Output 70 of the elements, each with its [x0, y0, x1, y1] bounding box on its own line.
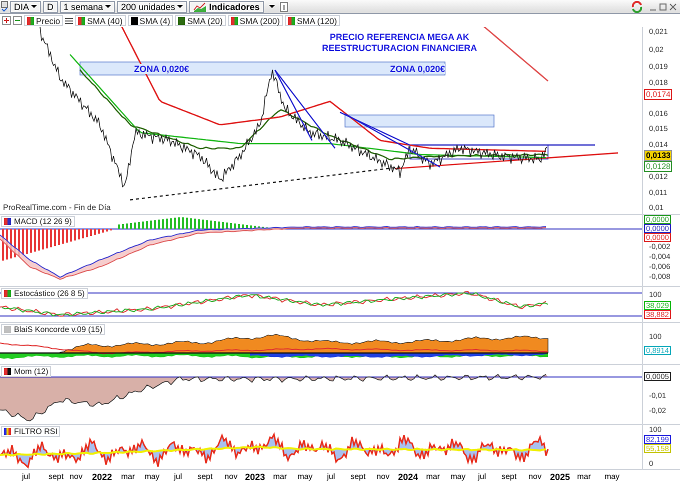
- list-icon[interactable]: [65, 16, 74, 24]
- legend-color-swatch: [78, 16, 86, 24]
- units-dropdown[interactable]: 200 unidades: [117, 0, 188, 12]
- caret-icon[interactable]: [268, 5, 275, 8]
- price-badge: 0,0128: [644, 161, 672, 172]
- price-badge: 0,0174: [644, 89, 672, 100]
- mode-button[interactable]: D: [43, 0, 58, 12]
- indicator-color-swatch: [4, 218, 11, 225]
- x-axis-label: mar: [121, 472, 135, 482]
- caret-icon: [31, 5, 38, 8]
- x-axis-label: jul: [327, 472, 335, 482]
- indicator-color-swatch: [4, 326, 11, 333]
- chart-icon: [193, 2, 208, 12]
- indicator-color-swatch: [4, 290, 11, 297]
- x-axis-label: 2022: [92, 472, 112, 482]
- x-axis-label: sept: [350, 472, 366, 482]
- x-axis-label: sept: [48, 472, 64, 482]
- x-axis-label: mar: [577, 472, 591, 482]
- legend-item[interactable]: SMA (20): [175, 15, 226, 26]
- chart-annotation-text: REESTRUCTURACION FINANCIERA: [322, 43, 477, 54]
- indicator-label[interactable]: Estocástico (26 8 5): [1, 288, 88, 299]
- legend-item[interactable]: Precio: [24, 15, 64, 26]
- x-axis-label: nov: [70, 472, 82, 482]
- caret-icon: [105, 5, 112, 8]
- price-badge: 0,0133: [644, 150, 672, 161]
- indicators-button[interactable]: Indicadores: [189, 0, 264, 12]
- x-axis-label: mar: [426, 472, 440, 482]
- legend-color-swatch: [230, 16, 238, 24]
- caret-icon: [177, 5, 184, 8]
- x-axis-label: 2025: [550, 472, 570, 482]
- x-axis-label: jul: [22, 472, 30, 482]
- x-axis-label: nov: [224, 472, 238, 482]
- checkmark-icon[interactable]: [1, 1, 8, 12]
- period-dropdown[interactable]: 1 semana: [60, 0, 116, 12]
- indicator-label[interactable]: FILTRO RSI: [1, 426, 60, 437]
- legend-item[interactable]: SMA (40): [75, 15, 126, 26]
- x-axis-label: may: [604, 472, 620, 482]
- close-icon[interactable]: [669, 2, 677, 10]
- legend-item[interactable]: SMA (120): [284, 15, 340, 26]
- indicator-color-swatch: [4, 428, 11, 435]
- indicator-label[interactable]: MACD (12 26 9): [1, 216, 75, 227]
- legend-color-swatch: [288, 16, 295, 24]
- zone-label: ZONA 0,020€: [390, 64, 446, 74]
- x-axis-label: may: [450, 472, 466, 482]
- x-axis-label: jul: [174, 472, 182, 482]
- zoom-out-icon[interactable]: [13, 16, 22, 25]
- zone-label: ZONA 0,020€: [134, 64, 190, 74]
- indicator-label[interactable]: Mom (12): [1, 366, 52, 377]
- indicator-label[interactable]: BlaiS Koncorde v.09 (15): [1, 324, 106, 335]
- x-axis-label: may: [297, 472, 313, 482]
- x-axis-label: 2023: [244, 472, 266, 482]
- zoom-in-icon[interactable]: [2, 16, 11, 25]
- x-axis-label: sept: [197, 472, 213, 482]
- chart-annotation-text: PRECIO REFERENCIA MEGA AK: [330, 32, 470, 43]
- indicator-color-swatch: [4, 368, 11, 375]
- refresh-icon[interactable]: [631, 0, 643, 12]
- info-icon[interactable]: [280, 2, 288, 12]
- x-axis-label: nov: [528, 472, 542, 482]
- x-axis-label: jul: [478, 472, 486, 482]
- legend-item[interactable]: SMA (200): [228, 15, 283, 26]
- legend-item[interactable]: SMA (4): [128, 15, 174, 26]
- x-axis-label: 2024: [398, 472, 418, 482]
- x-axis-label: nov: [376, 472, 390, 482]
- data-source-text: ProRealTime.com - Fin de Día: [3, 203, 111, 213]
- x-axis-label: may: [144, 472, 160, 482]
- x-axis-label: sept: [501, 472, 517, 482]
- symbol-dropdown[interactable]: DIA: [10, 0, 42, 12]
- legend-color-swatch: [27, 16, 34, 24]
- maximize-icon[interactable]: [659, 2, 667, 10]
- x-axis-label: mar: [273, 472, 287, 482]
